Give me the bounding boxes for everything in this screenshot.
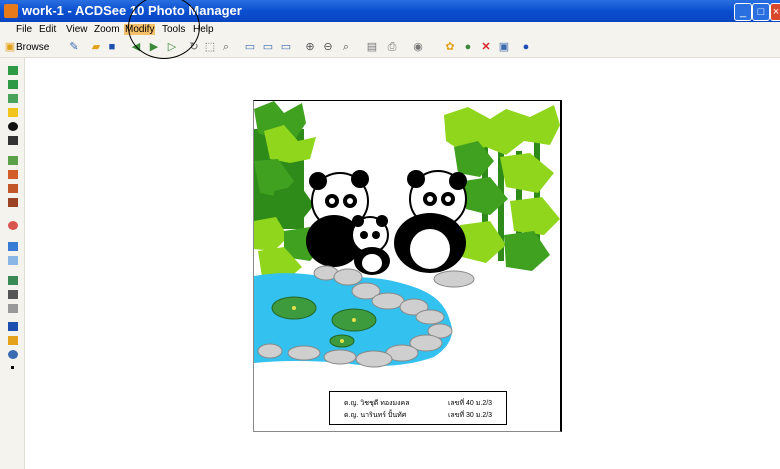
fit-image-icon[interactable]: ▭ — [262, 41, 274, 53]
print-icon[interactable]: ⎙ — [386, 41, 398, 53]
caption-line2-number: เลขที่ 30 ม.2/3 — [448, 412, 493, 419]
paint-icon[interactable] — [8, 336, 18, 345]
close-button[interactable]: × — [770, 3, 780, 21]
rotate-left-icon[interactable] — [8, 66, 18, 75]
image-canvas: ด.ญ. วิชชุดี ทองมงคล เลขที่ 40 ม.2/3 ด.ญ… — [253, 100, 562, 432]
sharpen-icon[interactable] — [8, 242, 18, 251]
panda-artwork — [254, 101, 560, 431]
photo-fix-icon[interactable] — [8, 198, 18, 207]
histogram-icon[interactable] — [8, 170, 18, 179]
browse-folder-icon[interactable]: ▣ — [4, 41, 16, 53]
full-screen-icon[interactable]: ▭ — [244, 41, 256, 53]
red-eye-icon[interactable] — [8, 221, 18, 230]
more-tools-icon[interactable] — [11, 366, 14, 369]
clone-icon[interactable] — [8, 304, 18, 313]
edit-tools-sidebar — [0, 58, 25, 469]
exposure-icon[interactable] — [8, 108, 18, 117]
crop-icon[interactable] — [8, 290, 18, 299]
app-icon — [4, 4, 18, 18]
menu-file[interactable]: File — [16, 24, 32, 35]
delete-icon[interactable]: ✕ — [480, 41, 492, 53]
info-icon[interactable]: ▣ — [498, 41, 510, 53]
flip-icon[interactable] — [8, 94, 18, 103]
effects-icon[interactable] — [8, 184, 18, 193]
open-folder-icon[interactable]: ▰ — [90, 41, 102, 53]
caption-line1-number: เลขที่ 40 ม.2/3 — [448, 400, 493, 407]
color-icon[interactable] — [8, 156, 18, 165]
properties-icon[interactable]: ● — [462, 41, 474, 53]
resize-icon[interactable] — [8, 276, 18, 285]
levels-icon[interactable] — [8, 122, 18, 131]
menu-view[interactable]: View — [66, 24, 88, 35]
title-bar: work-1 - ACDSee 10 Photo Manager _ □ × — [0, 0, 780, 22]
menu-zoom[interactable]: Zoom — [94, 24, 120, 35]
browse-button[interactable]: Browse — [16, 42, 49, 53]
watermark-icon[interactable] — [8, 350, 18, 359]
toolbar: ▣ Browse ✎ ▰ ■ ◀ ▶ ▷ ↻ ⬚ ⌕ ▭ ▭ ▭ ⊕ ⊖ ⌕ ▤… — [0, 38, 780, 58]
caption-line2-name: ด.ญ. นารินทร์ ปั้นทัศ — [344, 412, 407, 419]
share-icon[interactable]: ◉ — [412, 41, 424, 53]
zoom-out-icon[interactable]: ⊖ — [322, 41, 334, 53]
help-icon[interactable]: ● — [520, 41, 532, 53]
menu-edit[interactable]: Edit — [39, 24, 56, 35]
minimize-button[interactable]: _ — [734, 3, 752, 21]
shadows-icon[interactable] — [8, 136, 18, 145]
noise-icon[interactable] — [8, 256, 18, 265]
caption-box: ด.ญ. วิชชุดี ทองมงคล เลขที่ 40 ม.2/3 ด.ญ… — [329, 391, 507, 425]
text-icon[interactable] — [8, 322, 18, 331]
slideshow-icon[interactable]: ▤ — [366, 41, 378, 53]
zoom-in-icon[interactable]: ⊕ — [304, 41, 316, 53]
acquire-icon[interactable]: ✎ — [68, 41, 80, 53]
edit-icon[interactable]: ✿ — [444, 41, 456, 53]
save-icon[interactable]: ■ — [106, 41, 118, 53]
actual-size-icon[interactable]: ▭ — [280, 41, 292, 53]
select-icon[interactable]: ⬚ — [204, 41, 216, 53]
menu-bar: File Edit View Zoom Modify Tools Help — [0, 22, 780, 38]
zoom-menu-icon[interactable]: ⌕ — [340, 41, 352, 53]
maximize-button[interactable]: □ — [752, 3, 770, 21]
caption-line1-name: ด.ญ. วิชชุดี ทองมงคล — [344, 400, 410, 407]
zoom-tool-icon[interactable]: ⌕ — [220, 41, 232, 53]
rotate-right-icon[interactable] — [8, 80, 18, 89]
